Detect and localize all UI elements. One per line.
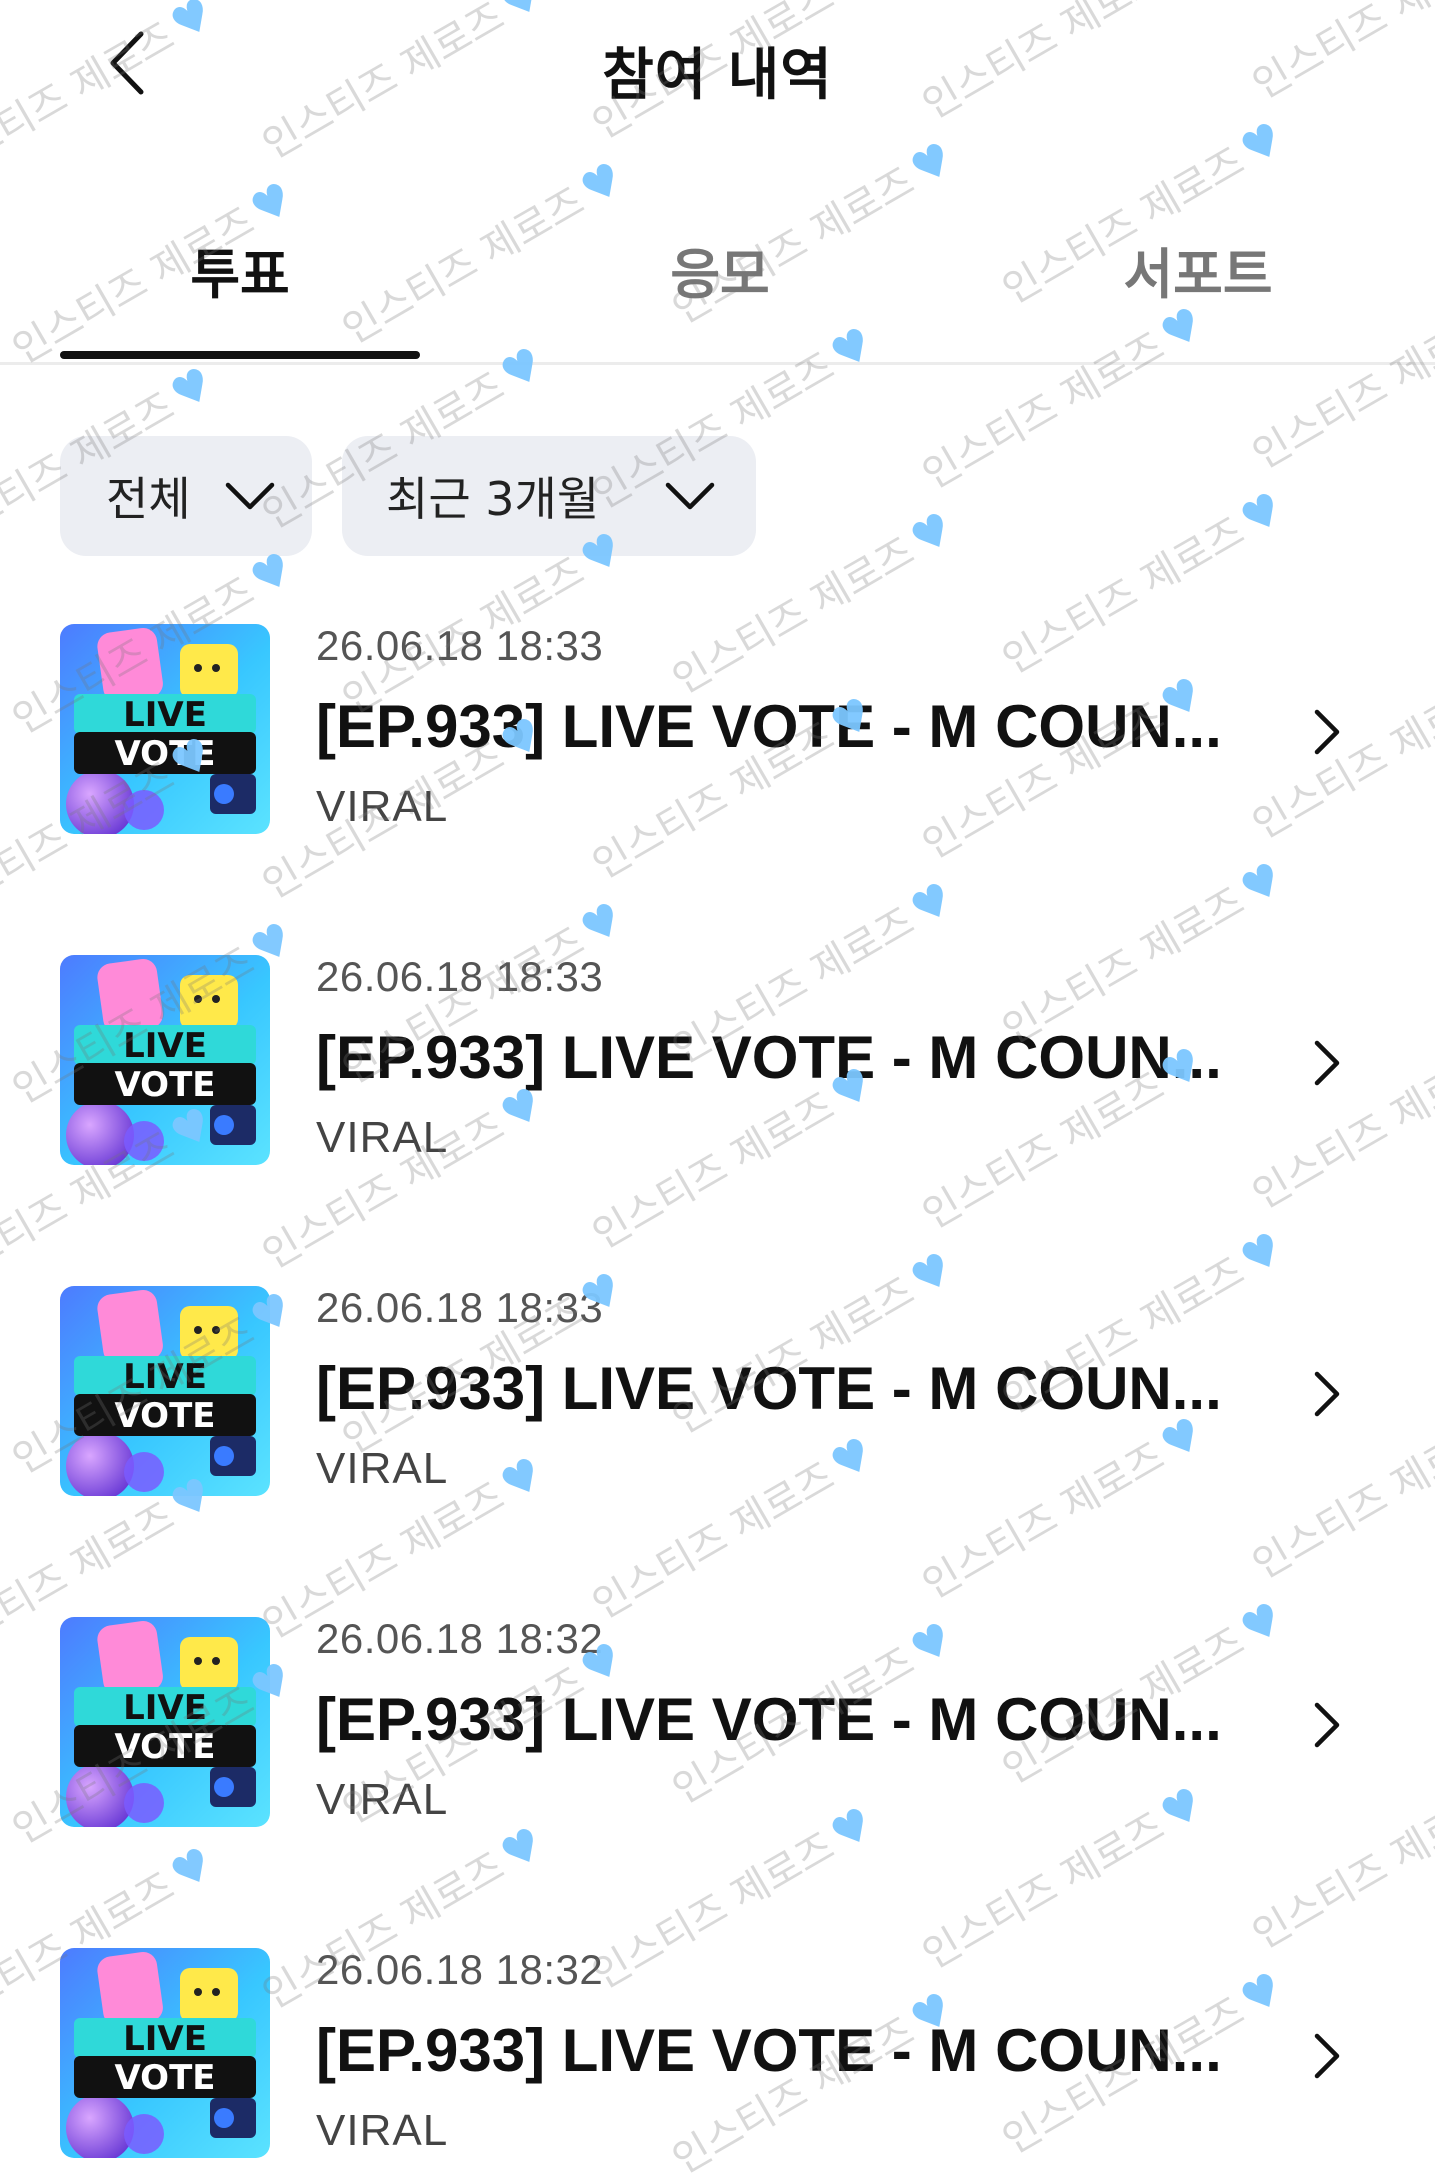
item-date: 26.06.18 18:33 (316, 622, 604, 669)
vote-thumbnail: LIVE VOTE (60, 624, 270, 834)
item-title: [EP.933] LIVE VOTE - M COUN... (316, 1686, 1222, 1753)
thumb-text-vote: VOTE (114, 1727, 215, 1767)
heart-icon: ♥ (162, 357, 222, 422)
item-category: VIRAL (316, 2106, 449, 2155)
chevron-right-icon[interactable] (1302, 2026, 1352, 2086)
item-title: [EP.933] LIVE VOTE - M COUN... (316, 693, 1222, 760)
item-title: [EP.933] LIVE VOTE - M COUN... (316, 2017, 1222, 2084)
chevron-right-icon[interactable] (1302, 702, 1352, 762)
page-title: 참여 내역 (602, 43, 833, 108)
item-category: VIRAL (316, 1113, 449, 1162)
tab-support[interactable]: 서포트 (1018, 220, 1378, 359)
thumb-text-vote: VOTE (114, 734, 215, 774)
heart-icon: ♥ (572, 152, 632, 217)
item-title: [EP.933] LIVE VOTE - M COUN... (316, 1355, 1222, 1422)
heart-icon: ♥ (902, 502, 962, 567)
item-date: 26.06.18 18:32 (316, 1946, 604, 1993)
list-item[interactable]: LIVE VOTE 26.06.18 18:33 [EP.933] LIVE V… (0, 622, 1435, 852)
heart-icon: ♥ (162, 1837, 222, 1902)
item-category: VIRAL (316, 1444, 449, 1493)
list-item[interactable]: LIVE VOTE 26.06.18 18:32 [EP.933] LIVE V… (0, 1615, 1435, 1845)
list-item[interactable]: LIVE VOTE 26.06.18 18:32 [EP.933] LIVE V… (0, 1946, 1435, 2176)
item-category: VIRAL (316, 782, 449, 831)
tab-support-label: 서포트 (1123, 243, 1273, 306)
type-filter-dropdown[interactable]: 전체 (60, 436, 312, 556)
chevron-down-icon (664, 481, 716, 511)
item-date: 26.06.18 18:33 (316, 1284, 604, 1331)
period-filter-label: 최근 3개월 (386, 472, 600, 526)
vote-thumbnail: LIVE VOTE (60, 1948, 270, 2158)
tab-bar: 투표 응모 서포트 (0, 220, 1435, 365)
tab-entry-label: 응모 (670, 243, 770, 306)
item-date: 26.06.18 18:33 (316, 953, 604, 1000)
chevron-right-icon[interactable] (1302, 1033, 1352, 1093)
heart-icon: ♥ (1232, 1222, 1292, 1287)
heart-icon: ♥ (1232, 852, 1292, 917)
header: 참여 내역 (0, 0, 1435, 150)
chevron-right-icon[interactable] (1302, 1364, 1352, 1424)
chevron-down-icon (224, 481, 276, 511)
list-item[interactable]: LIVE VOTE 26.06.18 18:33 [EP.933] LIVE V… (0, 953, 1435, 1183)
thumb-text-vote: VOTE (114, 1396, 215, 1436)
item-date: 26.06.18 18:32 (316, 1615, 604, 1662)
thumb-text-vote: VOTE (114, 2058, 215, 2098)
active-tab-indicator (60, 351, 420, 359)
thumb-text-live: LIVE (123, 1688, 207, 1728)
item-category: VIRAL (316, 1775, 449, 1824)
thumb-text-live: LIVE (123, 2019, 207, 2059)
heart-icon: ♥ (572, 892, 632, 957)
list-item[interactable]: LIVE VOTE 26.06.18 18:33 [EP.933] LIVE V… (0, 1284, 1435, 1514)
heart-icon: ♥ (902, 872, 962, 937)
vote-thumbnail: LIVE VOTE (60, 955, 270, 1165)
tab-vote[interactable]: 투표 (60, 220, 420, 359)
vote-thumbnail: LIVE VOTE (60, 1617, 270, 1827)
tab-vote-label: 투표 (190, 243, 290, 306)
thumb-text-vote: VOTE (114, 1065, 215, 1105)
period-filter-dropdown[interactable]: 최근 3개월 (342, 436, 756, 556)
item-title: [EP.933] LIVE VOTE - M COUN... (316, 1024, 1222, 1091)
heart-icon: ♥ (1232, 482, 1292, 547)
thumb-text-live: LIVE (123, 1026, 207, 1066)
thumb-text-live: LIVE (123, 695, 207, 735)
vote-thumbnail: LIVE VOTE (60, 1286, 270, 1496)
thumb-text-live: LIVE (123, 1357, 207, 1397)
tab-entry[interactable]: 응모 (540, 220, 900, 359)
chevron-right-icon[interactable] (1302, 1695, 1352, 1755)
type-filter-label: 전체 (106, 472, 191, 526)
filter-bar: 전체 최근 3개월 (60, 436, 756, 556)
